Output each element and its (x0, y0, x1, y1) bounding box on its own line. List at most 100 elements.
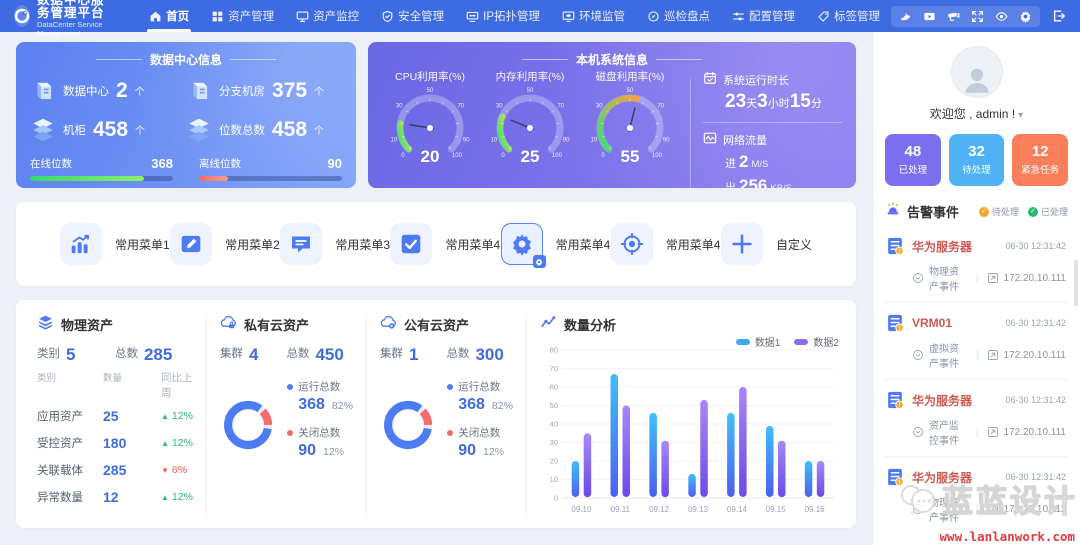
nav-item-1[interactable]: 首页 (138, 0, 200, 32)
welcome-dropdown[interactable]: 欢迎您 , admin !▾ (885, 105, 1068, 122)
quick-menu: 常用菜单1常用菜单2常用菜单3常用菜单4常用菜单4常用菜单4自定义 (16, 202, 856, 286)
svg-text:90: 90 (663, 138, 670, 144)
nav-item-8[interactable]: 配置管理 (721, 0, 806, 32)
svg-text:70: 70 (557, 104, 564, 110)
uptime-hours: 3 (757, 91, 768, 112)
dc-stat-label: 位数总数 (219, 122, 265, 138)
svg-text:10: 10 (591, 138, 598, 144)
stack3d-icon (186, 117, 212, 143)
table-row: 应用资产25▲12% (37, 402, 193, 429)
watermark-url: www.lanlanwork.com (872, 528, 1080, 545)
server-icon (885, 313, 905, 333)
alert-item-3[interactable]: 华为服务器 06-30 12:31:42 资产监控事件| 172.20.10.1… (885, 380, 1068, 457)
nav-item-label: 标签管理 (834, 8, 880, 24)
dc-stat-2: 分支机房375个 (186, 71, 342, 110)
alert-item-2[interactable]: VRM01 06-30 12:31:42 虚拟资产事件| 172.20.10.1… (885, 303, 1068, 380)
gauge-label: CPU利用率(%) (382, 69, 478, 84)
header-toolbar (891, 6, 1040, 27)
alerts-title: 告警事件 (907, 202, 959, 221)
menu-item-3[interactable]: 常用菜单3 (280, 223, 390, 265)
gear-icon[interactable] (1019, 10, 1032, 23)
server-icon (885, 467, 905, 487)
svg-text:40: 40 (550, 420, 558, 429)
logo-icon (14, 5, 30, 27)
nav-item-label: 安全管理 (398, 8, 444, 24)
donut-legend-entry: 运行总数36882% (287, 379, 353, 414)
gauge-label: 内存利用率(%) (482, 69, 578, 84)
summary-item: 类别5 (37, 345, 115, 363)
svg-text:90: 90 (463, 138, 470, 144)
welcome-text: 欢迎您 , admin ! (930, 107, 1015, 121)
config-icon (732, 10, 745, 23)
dc-stat-value: 458 (93, 119, 128, 140)
alert-item-1[interactable]: 华为服务器 06-30 12:31:42 物理资产事件| 172.20.10.1… (885, 226, 1068, 303)
gauge-1: CPU利用率(%) 01030507090100 20 (382, 69, 478, 188)
svg-text:55: 55 (621, 147, 640, 166)
nav-item-6[interactable]: 环境监管 (551, 0, 636, 32)
alert-event: 物理资产事件 (929, 263, 968, 293)
main-content: 数据中心信息 数据中心2个分支机房375个机柜458个位数总数458个 在线位数… (0, 32, 872, 545)
corner-badge-icon (533, 255, 546, 268)
avatar[interactable] (951, 46, 1003, 98)
dc-stat-unit: 个 (135, 122, 145, 137)
task-stat-1[interactable]: 48已处理 (885, 134, 941, 186)
task-stat-2[interactable]: 32 待处理 (949, 134, 1005, 186)
task-stat-value: 12 (1032, 144, 1049, 160)
menu-item-7[interactable]: 自定义 (721, 223, 812, 265)
dove-icon[interactable] (899, 10, 912, 23)
scrollbar-thumb[interactable] (1074, 260, 1078, 306)
gauge-3: 磁盘利用率(%) 01030507090100 55 (582, 69, 678, 188)
video-icon[interactable] (923, 10, 936, 23)
task-stat-label: 待处理 (962, 162, 991, 176)
ip-icon (987, 426, 999, 438)
nav-item-2[interactable]: 资产管理 (200, 0, 285, 32)
progress-value: 368 (151, 156, 173, 171)
menu-item-2[interactable]: 常用菜单2 (170, 223, 280, 265)
logout-icon[interactable] (1052, 9, 1066, 23)
menu-item-1[interactable]: 常用菜单1 (60, 223, 170, 265)
eye-icon[interactable] (995, 10, 1008, 23)
svg-text:0: 0 (401, 153, 405, 159)
cloud-icon (380, 314, 397, 334)
alert-time: 06-30 12:31:42 (1005, 395, 1066, 405)
cctv-icon[interactable] (947, 10, 960, 23)
task-stat-3[interactable]: 12紧急任务 (1012, 134, 1068, 186)
uptime-days-unit: 天 (746, 98, 757, 110)
menu-item-6[interactable]: 常用菜单4 (611, 223, 721, 265)
donut-chart (220, 387, 276, 463)
event-type-icon (912, 349, 924, 361)
task-stat-value: 32 (968, 144, 985, 160)
physical-title: 物理资产 (61, 315, 113, 334)
nav-item-4[interactable]: 安全管理 (370, 0, 455, 32)
svg-text:100: 100 (452, 153, 463, 159)
legend-entry: 数据2 (794, 334, 839, 349)
uptime-value: 23天3小时15分 (725, 91, 842, 113)
svg-text:10: 10 (491, 138, 498, 144)
nav-item-9[interactable]: 标签管理 (806, 0, 891, 32)
traffic-icon (703, 131, 717, 148)
svg-text:09.16: 09.16 (805, 505, 826, 514)
menu-item-label: 常用菜单2 (225, 236, 280, 253)
nav-item-3[interactable]: 资产监控 (285, 0, 370, 32)
nav-item-label: 资产监控 (313, 8, 359, 24)
nav-item-5[interactable]: IP拓扑管理 (455, 0, 551, 32)
alert-item-4[interactable]: 华为服务器 06-30 12:31:42 物理资产事件| 172.20.10.1… (885, 457, 1068, 534)
fullscreen-icon[interactable] (971, 10, 984, 23)
svg-text:10: 10 (550, 475, 558, 484)
uptime-hours-unit: 小时 (768, 98, 790, 110)
alert-ip: 172.20.10.111 (1004, 350, 1066, 361)
menu-item-5[interactable]: 常用菜单4 (501, 223, 611, 265)
menu-item-4[interactable]: 常用菜单4 (390, 223, 500, 265)
nav-item-7[interactable]: 巡检盘点 (636, 0, 721, 32)
alerts-legend: ✓待处理✓已处理 (979, 205, 1068, 218)
svg-text:80: 80 (550, 346, 558, 355)
quantity-chart-section: 数量分析 数据1数据2 0102030405060708009.1009.110… (526, 314, 853, 518)
nav-item-label: IP拓扑管理 (483, 8, 540, 24)
dc-stat-1: 数据中心2个 (30, 71, 186, 110)
alert-ip: 172.20.10.111 (1004, 504, 1066, 515)
divider (690, 79, 691, 188)
dc-stat-unit: 个 (314, 83, 324, 98)
nav-item-label: 配置管理 (749, 8, 795, 24)
bar-chart: 0102030405060708009.1009.1109.1209.1309.… (540, 342, 840, 518)
server-icon (885, 236, 905, 256)
